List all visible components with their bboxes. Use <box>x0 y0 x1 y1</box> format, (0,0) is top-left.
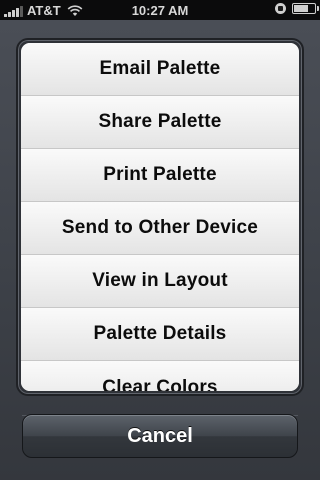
print-palette-button[interactable]: Print Palette <box>21 149 299 202</box>
share-palette-button[interactable]: Share Palette <box>21 96 299 149</box>
status-bar: AT&T 10:27 AM <box>0 0 320 20</box>
cancel-button[interactable]: Cancel <box>22 414 298 458</box>
orientation-lock-icon <box>275 3 286 14</box>
send-to-other-device-button[interactable]: Send to Other Device <box>21 202 299 255</box>
action-sheet: Email Palette Share Palette Print Palett… <box>16 38 304 396</box>
email-palette-button[interactable]: Email Palette <box>21 43 299 96</box>
battery-icon <box>292 3 319 14</box>
clear-colors-button[interactable]: Clear Colors <box>21 361 299 391</box>
status-right <box>275 3 319 14</box>
status-time: 10:27 AM <box>131 3 189 18</box>
view-in-layout-button[interactable]: View in Layout <box>21 255 299 308</box>
palette-details-button[interactable]: Palette Details <box>21 308 299 361</box>
action-sheet-list: Email Palette Share Palette Print Palett… <box>21 43 299 391</box>
